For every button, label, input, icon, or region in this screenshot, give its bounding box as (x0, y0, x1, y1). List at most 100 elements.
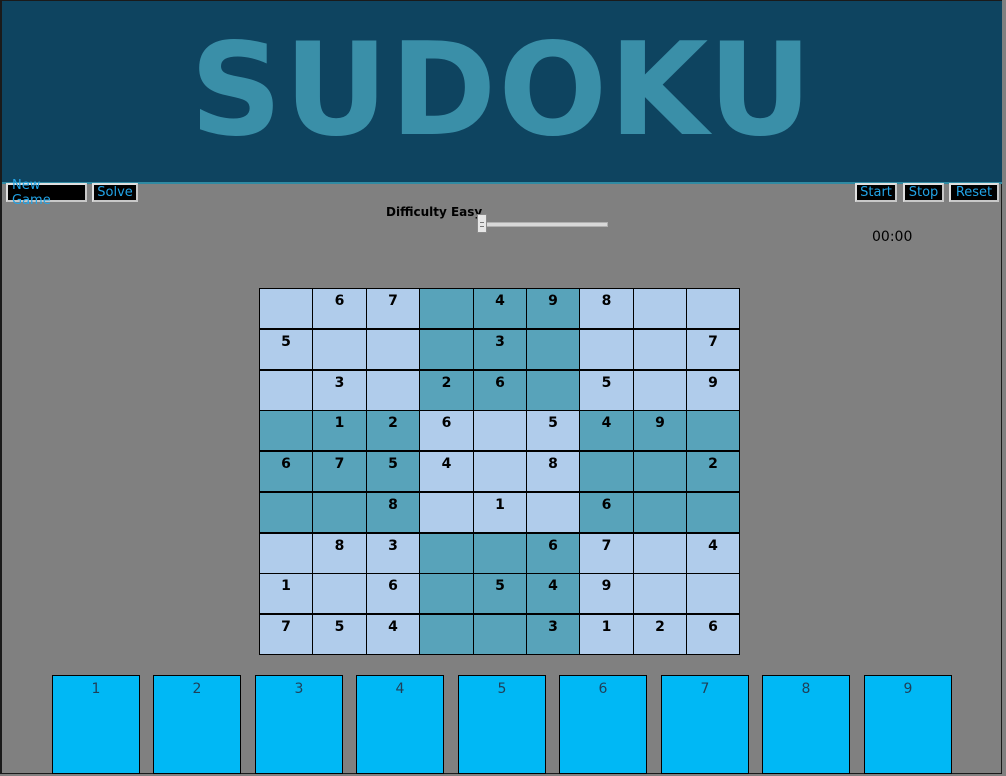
board-cell[interactable] (633, 492, 687, 533)
board-cell[interactable]: 8 (526, 451, 580, 492)
board-cell[interactable]: 2 (366, 410, 420, 451)
board-cell[interactable] (686, 492, 740, 533)
board-cell[interactable]: 3 (366, 533, 420, 574)
new-game-button[interactable]: New Game (6, 178, 87, 208)
board-cell[interactable] (259, 410, 313, 451)
board-cell[interactable] (259, 370, 313, 411)
board-cell[interactable]: 2 (686, 451, 740, 492)
board-cell[interactable] (526, 370, 580, 411)
board-cell[interactable]: 6 (312, 288, 367, 329)
difficulty-slider-thumb[interactable] (477, 214, 487, 233)
board-cell[interactable]: 8 (312, 533, 367, 574)
number-tile[interactable]: 4 (356, 675, 444, 774)
board-cell[interactable]: 6 (686, 614, 740, 655)
board-cell[interactable]: 5 (259, 329, 313, 370)
board-cell[interactable]: 5 (526, 410, 580, 451)
board-cell[interactable]: 4 (473, 288, 527, 329)
number-tile[interactable]: 6 (559, 675, 647, 774)
board-cell[interactable] (259, 288, 313, 329)
board-cell[interactable]: 6 (366, 573, 420, 614)
board-cell[interactable]: 6 (259, 451, 313, 492)
board-cell[interactable] (419, 533, 474, 574)
board-cell[interactable] (686, 573, 740, 614)
board-cell[interactable]: 4 (526, 573, 580, 614)
board-cell[interactable]: 5 (312, 614, 367, 655)
board-cell[interactable]: 6 (526, 533, 580, 574)
board-cell[interactable]: 2 (633, 614, 687, 655)
board-cell[interactable]: 9 (686, 370, 740, 411)
board-cell[interactable]: 1 (579, 614, 634, 655)
board-cell[interactable]: 5 (473, 573, 527, 614)
board-cell[interactable]: 1 (259, 573, 313, 614)
board-cell[interactable] (419, 329, 474, 370)
solve-button[interactable]: Solve (92, 183, 138, 202)
board-cell[interactable]: 5 (579, 370, 634, 411)
board-cell[interactable]: 6 (579, 492, 634, 533)
difficulty-slider-track[interactable] (480, 222, 608, 227)
board-cell[interactable]: 1 (312, 410, 367, 451)
board-cell[interactable]: 8 (579, 288, 634, 329)
board-cell[interactable]: 7 (686, 329, 740, 370)
board-cell[interactable]: 8 (366, 492, 420, 533)
number-tile[interactable]: 3 (255, 675, 343, 774)
board-cell[interactable]: 7 (366, 288, 420, 329)
board-cell[interactable] (686, 288, 740, 329)
board-cell[interactable]: 4 (579, 410, 634, 451)
board-cell[interactable]: 4 (419, 451, 474, 492)
board-cell[interactable] (633, 573, 687, 614)
start-button[interactable]: Start (855, 183, 897, 202)
board-cell[interactable] (259, 492, 313, 533)
board-cell[interactable] (419, 288, 474, 329)
board-cell[interactable] (473, 410, 527, 451)
stop-button[interactable]: Stop (903, 183, 944, 202)
board-cell[interactable] (526, 329, 580, 370)
board-cell[interactable] (633, 533, 687, 574)
board-cell[interactable] (419, 614, 474, 655)
board-cell[interactable]: 2 (419, 370, 474, 411)
board-cell[interactable]: 3 (312, 370, 367, 411)
board-cell[interactable] (579, 329, 634, 370)
board-cell[interactable] (633, 451, 687, 492)
board-cell[interactable]: 6 (419, 410, 474, 451)
board-cell[interactable] (633, 370, 687, 411)
board-cell[interactable]: 3 (473, 329, 527, 370)
board-cell[interactable] (633, 288, 687, 329)
number-tile[interactable]: 5 (458, 675, 546, 774)
board-cell[interactable] (473, 451, 527, 492)
number-tile[interactable]: 9 (864, 675, 952, 774)
board-cell[interactable] (686, 410, 740, 451)
board-cell[interactable]: 9 (526, 288, 580, 329)
board-cell[interactable]: 7 (312, 451, 367, 492)
difficulty-label: Difficulty Easy (386, 205, 483, 219)
number-tile[interactable]: 1 (52, 675, 140, 774)
number-tile[interactable]: 8 (762, 675, 850, 774)
reset-button[interactable]: Reset (949, 183, 999, 202)
board-cell[interactable]: 1 (473, 492, 527, 533)
board-cell[interactable] (312, 329, 367, 370)
timer-display: 00:00 (872, 229, 913, 245)
board-cell[interactable]: 6 (473, 370, 527, 411)
board-cell[interactable]: 3 (526, 614, 580, 655)
board-cell[interactable]: 5 (366, 451, 420, 492)
board-cell[interactable]: 7 (579, 533, 634, 574)
board-cell[interactable] (419, 492, 474, 533)
board-cell[interactable]: 9 (633, 410, 687, 451)
board-cell[interactable] (633, 329, 687, 370)
board-cell[interactable] (419, 573, 474, 614)
board-cell[interactable]: 7 (259, 614, 313, 655)
board-cell[interactable] (579, 451, 634, 492)
board-cell[interactable] (259, 533, 313, 574)
number-tile[interactable]: 2 (153, 675, 241, 774)
board-cell[interactable] (526, 492, 580, 533)
board-cell[interactable] (366, 370, 420, 411)
board-cell[interactable]: 9 (579, 573, 634, 614)
board-cell[interactable] (312, 573, 367, 614)
board-cell[interactable] (473, 533, 527, 574)
board-cell[interactable]: 4 (686, 533, 740, 574)
board-cell[interactable] (312, 492, 367, 533)
board-cell[interactable] (473, 614, 527, 655)
board-cell[interactable]: 4 (366, 614, 420, 655)
number-tile[interactable]: 7 (661, 675, 749, 774)
board-cell[interactable] (366, 329, 420, 370)
app-title: SUDOKU (189, 15, 815, 165)
